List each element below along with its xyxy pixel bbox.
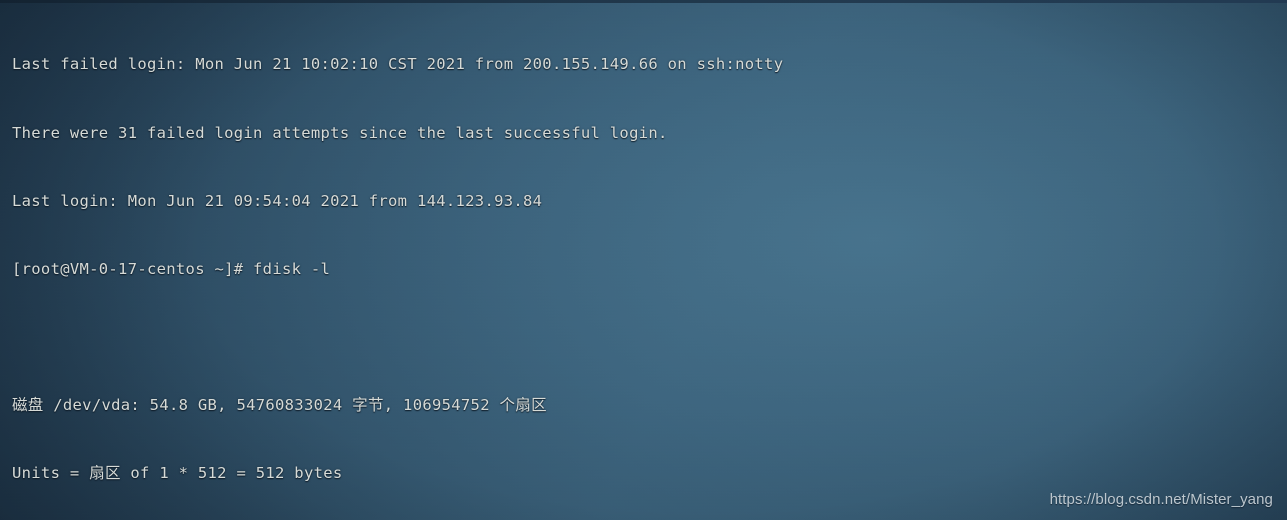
terminal-output: Last failed login: Mon Jun 21 10:02:10 C… [12, 8, 1287, 520]
terminal-line: Last login: Mon Jun 21 09:54:04 2021 fro… [12, 191, 543, 210]
disk-units-vda: Units = 扇区 of 1 * 512 = 512 bytes [12, 463, 343, 482]
terminal-line: There were 31 failed login attempts sinc… [12, 123, 668, 142]
terminal-command-line: [root@VM-0-17-centos ~]# fdisk -l [12, 259, 331, 278]
terminal-window[interactable]: Last failed login: Mon Jun 21 10:02:10 C… [0, 0, 1287, 520]
terminal-line: Last failed login: Mon Jun 21 10:02:10 C… [12, 55, 784, 74]
disk-header-vda: 磁盘 /dev/vda: 54.8 GB, 54760833024 字节, 10… [12, 395, 547, 414]
window-top-edge [0, 0, 1287, 3]
watermark-url: https://blog.csdn.net/Mister_yang [1049, 491, 1273, 509]
